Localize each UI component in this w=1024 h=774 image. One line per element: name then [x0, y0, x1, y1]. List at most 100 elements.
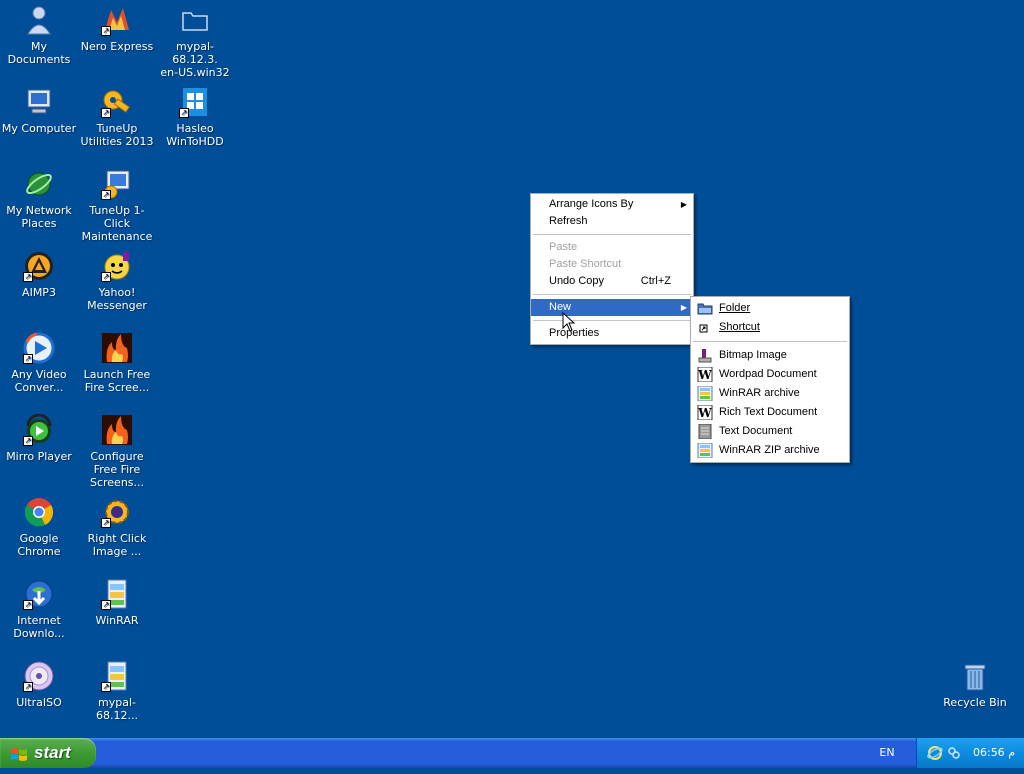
taskbar: start EN 06:56 م [0, 738, 1024, 768]
menu-item-label: Paste Shortcut [549, 258, 622, 270]
shortcut-arrow-icon: ↗ [101, 600, 111, 610]
submenu-item-label: WinRAR ZIP archive [719, 444, 820, 456]
submenu-item-label: Bitmap Image [719, 349, 787, 361]
desktop-icon-label: Nero Express [80, 40, 154, 53]
start-label: start [34, 743, 71, 762]
menu-item-label: Paste [549, 241, 578, 253]
desktop-icon-label: Internet Downlo... [13, 614, 65, 640]
desktop-icon-mirro-player[interactable]: ↗ Mirro Player [0, 413, 78, 463]
submenu-item-label: WinRAR archive [719, 387, 800, 399]
submenu-item-winrar-archive[interactable]: WinRAR archive [691, 384, 849, 403]
desktop-icon-my-computer[interactable]: My Computer [0, 86, 78, 135]
any-video-converter-icon: ↗ [23, 332, 55, 364]
fire-screensaver-icon [101, 332, 133, 364]
submenu-item-shortcut[interactable]: Shortcut [691, 318, 849, 337]
desktop-icon-any-video-converter[interactable]: ↗ Any Video Conver... [0, 332, 78, 394]
desktop-icon-google-chrome[interactable]: Google Chrome [0, 496, 78, 558]
desktop-icon-label: UltraISO [16, 696, 62, 709]
tuneup-maintenance-icon: ↗ [101, 168, 133, 200]
desktop-icon-label: AIMP3 [22, 286, 56, 299]
clock[interactable]: 06:56 م [973, 738, 1015, 768]
winrar-archive-icon [697, 385, 713, 402]
submenu-item-label: Folder [719, 302, 751, 314]
mouse-cursor-icon [562, 311, 576, 332]
submenu-item-label: Rich Text Document [719, 406, 818, 418]
desktop-icon-winrar[interactable]: ↗ WinRAR [78, 578, 156, 627]
shortcut-arrow-icon: ↗ [179, 108, 189, 118]
submenu-item-label: Shortcut [719, 321, 760, 333]
desktop-icon-tuneup-maintenance[interactable]: ↗ TuneUp 1-Click Maintenance [78, 168, 156, 243]
fire-screensaver-icon [101, 414, 133, 446]
bitmap-icon [697, 348, 713, 363]
desktop-icon-aimp3[interactable]: ↗ AIMP3 [0, 250, 78, 299]
desktop-icon-recycle-bin[interactable]: Recycle Bin [936, 660, 1014, 709]
hasleo-wintohdd-icon: ↗ [179, 86, 211, 118]
shortcut-arrow-icon: ↗ [101, 272, 111, 282]
submenu-item-winrar-zip-archive[interactable]: WinRAR ZIP archive [691, 441, 849, 460]
desktop-icon-label: Right Click Image ... [87, 532, 147, 558]
menu-item-arrange-icons-by[interactable]: Arrange Icons By ▶ [531, 196, 693, 213]
language-indicator[interactable]: EN [874, 738, 900, 768]
desktop-icon-label: Configure Free Fire Screens... [89, 450, 145, 489]
internet-download-icon: ↗ [23, 578, 55, 610]
ultraiso-icon: ↗ [23, 660, 55, 692]
mirro-player-icon: ↗ [23, 413, 55, 446]
desktop-icon-launch-fire-screensaver[interactable]: Launch Free Fire Scree... [78, 332, 156, 394]
desktop-icon-network-places[interactable]: My Network Places [0, 168, 78, 230]
submenu-item-label: Wordpad Document [719, 368, 817, 380]
shortcut-arrow-icon: ↗ [101, 26, 111, 36]
right-click-image-icon: ↗ [101, 496, 133, 528]
desktop-icon-label: My Network Places [6, 204, 72, 230]
start-button[interactable]: start [0, 738, 96, 768]
menu-item-undo-copy[interactable]: Undo Copy Ctrl+Z [531, 273, 693, 290]
network-tray-icon[interactable] [947, 746, 961, 760]
wordpad-icon: W [697, 366, 713, 383]
menu-item-paste[interactable]: Paste [531, 239, 693, 256]
submenu-item-folder[interactable]: Folder [691, 299, 849, 318]
submenu-item-rich-text-document[interactable]: W Rich Text Document [691, 403, 849, 422]
desktop-icon-label: Launch Free Fire Scree... [83, 368, 151, 394]
shortcut-arrow-icon: ↗ [23, 600, 33, 610]
yahoo-messenger-icon: ↗ [101, 250, 133, 282]
menu-separator [533, 234, 691, 235]
desktop-icon-label: Yahoo! Messenger [87, 286, 147, 312]
winrar-icon: ↗ [101, 578, 133, 610]
desktop-icon-label: mypal-68.12.3. en-US.win32 [160, 40, 230, 79]
internet-explorer-tray-icon[interactable] [927, 745, 943, 761]
desktop-icon-mypal-archive[interactable]: ↗ mypal-68.12... [78, 660, 156, 722]
desktop-icon-label: WinRAR [95, 614, 139, 627]
desktop-icon-configure-fire-screensaver[interactable]: Configure Free Fire Screens... [78, 414, 156, 489]
system-tray: 06:56 م [916, 738, 1024, 768]
desktop-icon-label: Hasleo WinToHDD [166, 122, 224, 148]
windows-flag-icon [10, 744, 28, 762]
menu-item-refresh[interactable]: Refresh [531, 213, 693, 230]
desktop-icon-ultraiso[interactable]: ↗ UltraISO [0, 660, 78, 709]
my-documents-icon [23, 4, 55, 36]
desktop-icon-label: My Documents [7, 40, 71, 66]
desktop-icon-hasleo-wintohdd[interactable]: ↗ Hasleo WinToHDD [156, 86, 234, 148]
folder-icon [179, 4, 211, 36]
new-submenu: Folder Shortcut Bitmap Image W Wordpad D… [690, 296, 850, 463]
submenu-item-bitmap-image[interactable]: Bitmap Image [691, 346, 849, 365]
desktop-icon-nero-express[interactable]: ↗ Nero Express [78, 4, 156, 53]
submenu-item-wordpad-document[interactable]: W Wordpad Document [691, 365, 849, 384]
google-chrome-icon [23, 496, 55, 528]
menu-item-properties[interactable]: Properties [531, 325, 693, 342]
desktop-icon-label: Mirro Player [6, 450, 72, 463]
menu-item-shortcut: Ctrl+Z [640, 275, 671, 287]
svg-text:W: W [697, 406, 712, 420]
desktop-icon-yahoo-messenger[interactable]: ↗ Yahoo! Messenger [78, 250, 156, 312]
menu-item-new[interactable]: New ▶ [531, 299, 693, 316]
menu-item-label: Refresh [549, 215, 588, 227]
desktop-icon-tuneup-utilities[interactable]: ↗ TuneUp Utilities 2013 [78, 86, 156, 148]
winrar-zip-icon [697, 442, 713, 459]
menu-separator [693, 341, 847, 342]
shortcut-icon [697, 320, 713, 335]
desktop-icon-right-click-image[interactable]: ↗ Right Click Image ... [78, 496, 156, 558]
submenu-item-text-document[interactable]: Text Document [691, 422, 849, 441]
submenu-arrow-icon: ▶ [680, 200, 687, 209]
desktop-icon-my-documents[interactable]: My Documents [0, 4, 78, 66]
desktop-icon-mypal-folder[interactable]: mypal-68.12.3. en-US.win32 [156, 4, 234, 79]
desktop-icon-internet-download[interactable]: ↗ Internet Downlo... [0, 578, 78, 640]
menu-item-paste-shortcut[interactable]: Paste Shortcut [531, 256, 693, 273]
